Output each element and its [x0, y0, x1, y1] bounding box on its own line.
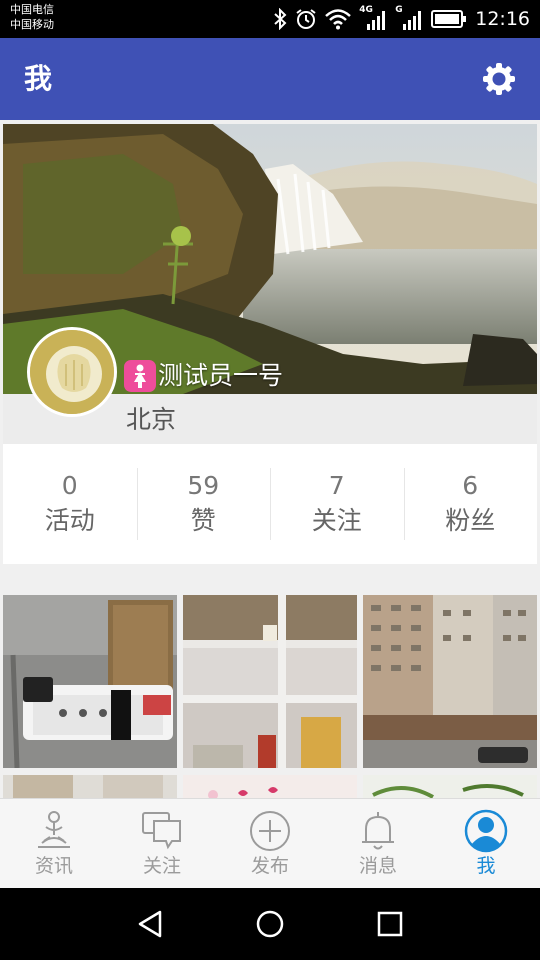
- stat-likes[interactable]: 59 赞: [136, 468, 271, 540]
- carrier-1-label: 中国电信: [10, 3, 54, 16]
- wifi-icon: [325, 9, 352, 30]
- nav-label: 我: [476, 855, 496, 877]
- nav-item-following[interactable]: 关注: [108, 799, 216, 888]
- female-icon: [124, 360, 156, 392]
- username: 测试员一号: [158, 361, 284, 390]
- photo-thumbnail[interactable]: [363, 775, 537, 798]
- stat-following[interactable]: 7 关注: [270, 468, 404, 540]
- stats-card: 0 活动 59 赞 7 关注 6 粉丝: [3, 444, 537, 564]
- user-icon: [464, 809, 508, 853]
- bluetooth-icon: [274, 8, 287, 30]
- nav-item-news[interactable]: 资讯: [0, 799, 108, 888]
- system-nav-bar: [0, 888, 540, 960]
- chat-bubbles-icon: [142, 812, 181, 850]
- nav-label: 资讯: [34, 855, 73, 877]
- signal-1: 4G: [359, 5, 387, 31]
- signal-2: G: [395, 5, 423, 31]
- bell-icon: [362, 812, 394, 850]
- stat-count: 7: [328, 471, 345, 500]
- alarm-icon: [296, 9, 316, 29]
- status-bar: 中国电信 中国移动 4G G 12:16: [0, 0, 540, 38]
- app-bar: 我: [0, 38, 540, 120]
- bottom-nav: 资讯 关注 发布 消息 我: [0, 798, 540, 888]
- photo-thumbnail[interactable]: [183, 775, 357, 798]
- photo-thumbnail[interactable]: [183, 595, 357, 768]
- avatar[interactable]: [27, 327, 117, 417]
- battery-icon: [431, 10, 467, 28]
- stat-label: 粉丝: [445, 506, 496, 535]
- stat-activities[interactable]: 0 活动: [3, 468, 137, 540]
- nav-item-me[interactable]: 我: [432, 799, 540, 888]
- signal-icon: [403, 11, 422, 30]
- gear-icon[interactable]: [482, 62, 516, 96]
- nav-item-publish[interactable]: 发布: [216, 799, 324, 888]
- stat-label: 关注: [311, 506, 362, 535]
- nav-label: 发布: [250, 855, 289, 877]
- location-label: 北京: [126, 405, 177, 434]
- status-indicators: 4G G 12:16: [273, 0, 530, 38]
- stat-count: 6: [462, 471, 479, 500]
- photo-thumbnail[interactable]: [363, 595, 537, 768]
- home-icon[interactable]: [254, 908, 286, 940]
- stat-count: 0: [61, 471, 78, 500]
- carrier-2-label: 中国移动: [10, 18, 54, 31]
- stat-followers[interactable]: 6 粉丝: [403, 468, 538, 540]
- stat-count: 59: [187, 471, 220, 500]
- plus-circle-icon: [250, 811, 290, 851]
- page-title: 我: [24, 62, 53, 95]
- back-icon[interactable]: [134, 908, 166, 940]
- nav-item-messages[interactable]: 消息: [324, 799, 432, 888]
- signal-icon: [367, 11, 386, 30]
- nav-label: 关注: [142, 855, 181, 877]
- stat-label: 活动: [44, 506, 95, 535]
- photo-thumbnail[interactable]: [3, 595, 177, 768]
- recent-apps-icon[interactable]: [374, 908, 406, 940]
- nav-label: 消息: [358, 855, 397, 877]
- carrier-info: 中国电信 中国移动: [10, 2, 54, 32]
- stat-label: 赞: [190, 506, 216, 535]
- photo-grid: [3, 595, 537, 798]
- clock-time: 12:16: [475, 8, 530, 30]
- meditation-icon: [38, 811, 70, 848]
- photo-thumbnail[interactable]: [3, 775, 177, 798]
